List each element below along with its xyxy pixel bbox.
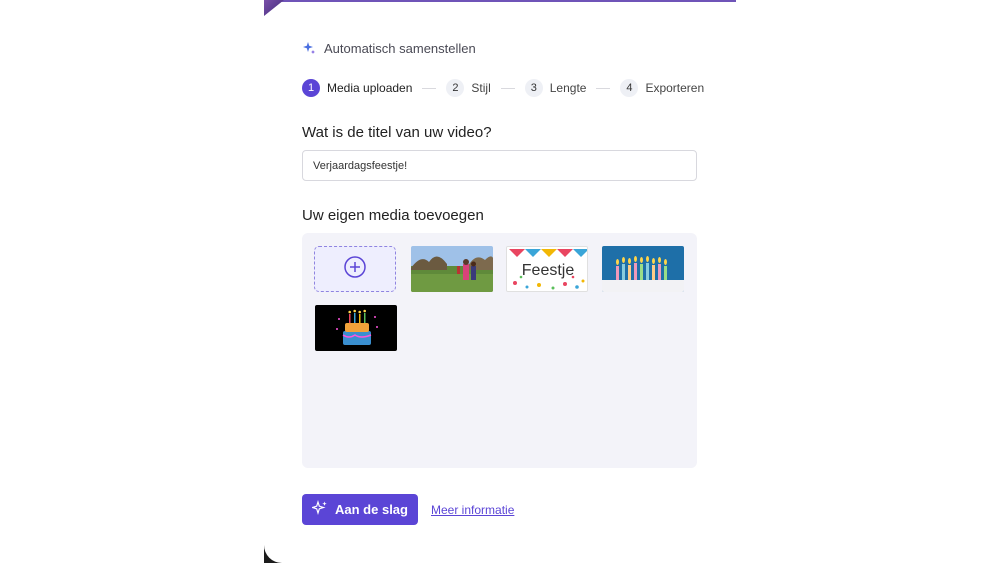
plus-circle-icon [343,255,367,284]
magic-sparkle-icon [310,499,328,519]
background-left [0,0,265,563]
video-title-input[interactable] [302,150,697,181]
panel-header: Automatisch samenstellen [302,38,476,58]
step-style[interactable]: 2 Stijl [446,79,491,97]
step-number: 1 [302,79,320,97]
get-started-label: Aan de slag [335,502,408,517]
birthday-candles-thumbnail[interactable] [602,246,684,292]
step-label: Exporteren [645,81,705,95]
media-section-heading: Uw eigen media toevoegen [302,207,484,224]
feestje-bunting-thumbnail[interactable]: Feestje [506,246,588,292]
panel-title: Automatisch samenstellen [324,40,476,56]
birthday-cake-thumbnail[interactable] [315,305,397,351]
step-label: Stijl [471,81,491,95]
more-info-link[interactable]: Meer informatie [431,503,514,517]
step-label: Media uploaden [327,81,413,95]
step-export[interactable]: 4 Exporteren [620,79,704,97]
step-label: Lengte [549,81,587,95]
get-started-button[interactable]: Aan de slag [302,494,418,525]
step-length[interactable]: 3 Lengte [524,79,587,97]
sparkle-icon [302,41,316,55]
children-on-grass-thumbnail[interactable] [411,246,493,292]
stepper: 1 Media uploaden 2 Stijl 3 Lengte 4 Expo… [302,79,704,97]
step-number: 4 [620,79,639,97]
step-divider [596,87,611,89]
feestje-text: Feestje [522,262,575,279]
video-title-question: Wat is de titel van uw video? [302,124,492,141]
step-divider [500,87,515,89]
panel-bottom-corner [264,545,282,563]
panel-top-border [264,0,736,14]
step-number: 2 [446,79,465,97]
add-media-button[interactable] [314,246,396,292]
step-number: 3 [524,79,543,97]
step-media-upload[interactable]: 1 Media uploaden [302,79,412,97]
step-divider [422,87,437,89]
